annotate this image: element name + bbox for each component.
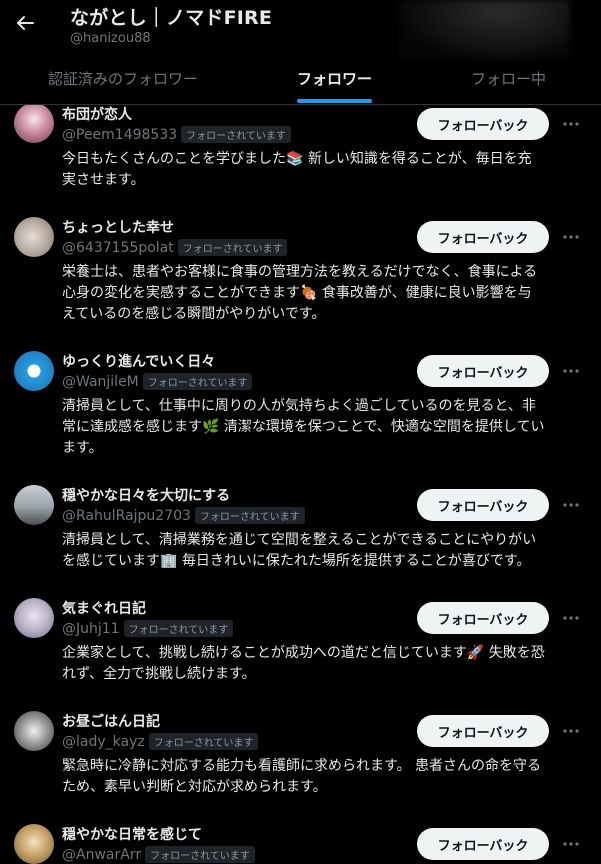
follower-bio: 栄養士は、患者やお客様に食事の管理方法を教えるだけでなく、食事による 心身の変化… bbox=[62, 264, 538, 322]
follower-handle[interactable]: @6437155polat bbox=[62, 240, 174, 256]
more-options-icon[interactable] bbox=[561, 495, 581, 515]
more-options-icon[interactable] bbox=[561, 114, 581, 134]
follower-handle[interactable]: @WanjileM bbox=[62, 374, 139, 390]
follower-bio: 緊急時に冷静に対応する能力も看護師に求められます。 患者さんの命を守る ため、素… bbox=[62, 758, 542, 795]
avatar[interactable] bbox=[14, 485, 54, 525]
follower-handle[interactable]: @RahulRajpu2703 bbox=[62, 508, 191, 524]
back-arrow-icon[interactable] bbox=[14, 12, 36, 34]
follows-you-badge: フォローされています bbox=[181, 126, 291, 143]
more-options-icon[interactable] bbox=[561, 608, 581, 628]
follows-you-badge: フォローされています bbox=[123, 620, 234, 637]
more-options-icon[interactable] bbox=[561, 227, 581, 247]
follower-handle[interactable]: @AnwarArr bbox=[62, 847, 141, 863]
follow-back-button[interactable]: フォローバック bbox=[417, 489, 549, 521]
follow-back-button[interactable]: フォローバック bbox=[417, 221, 549, 253]
follower-handle[interactable]: @Juhj11 bbox=[62, 621, 120, 637]
profile-handle: @hanizou88 bbox=[70, 31, 151, 46]
follows-you-badge: フォローされています bbox=[148, 733, 259, 750]
follows-you-badge: フォローされています bbox=[194, 507, 305, 524]
avatar[interactable] bbox=[14, 711, 54, 751]
avatar[interactable] bbox=[14, 103, 54, 143]
follower-handle[interactable]: @Peem1498533 bbox=[62, 127, 177, 143]
follows-you-badge: フォローされています bbox=[145, 846, 255, 863]
more-options-icon[interactable] bbox=[561, 834, 581, 854]
tab-verified-followers[interactable]: 認証済みのフォロワー bbox=[48, 68, 198, 89]
follower-bio: 今日もたくさんのことを学びました📚 新しい知識を得ることが、毎日を充 実させます… bbox=[62, 151, 532, 188]
follower-name[interactable]: お昼ごはん日記 bbox=[62, 711, 160, 731]
tab-followers[interactable]: フォロワー bbox=[297, 68, 372, 89]
follower-name[interactable]: 穏やかな日常を感じて bbox=[62, 824, 202, 844]
tab-following[interactable]: フォロー中 bbox=[471, 68, 546, 89]
follower-bio: 企業家として、挑戦し続けることが成功への道だと信じています🚀 失敗を恐 れず、全… bbox=[62, 645, 545, 682]
more-options-icon[interactable] bbox=[561, 721, 581, 741]
follower-name[interactable]: 気まぐれ日記 bbox=[62, 598, 146, 618]
follows-you-badge: フォローされています bbox=[177, 239, 288, 256]
follower-name[interactable]: 布団が恋人 bbox=[62, 104, 132, 124]
follower-bio: 清掃員として、清掃業務を通じて空間を整えることができることにやりがい を感じてい… bbox=[62, 532, 537, 569]
avatar[interactable] bbox=[14, 598, 54, 638]
header-banner-image bbox=[400, 0, 570, 60]
follower-bio: 清掃員として、仕事中に周りの人が気持ちよく過ごしているのを見ると、非 常に達成感… bbox=[62, 398, 545, 456]
more-options-icon[interactable] bbox=[561, 361, 581, 381]
follow-back-button[interactable]: フォローバック bbox=[417, 828, 549, 860]
profile-header: ながとし｜ノマドFIRE @hanizou88 認証済みのフォロワー フォロワー… bbox=[0, 0, 601, 105]
avatar[interactable] bbox=[14, 824, 54, 864]
avatar[interactable] bbox=[14, 351, 54, 391]
follower-name[interactable]: 穏やかな日々を大切にする bbox=[62, 485, 230, 505]
follow-back-button[interactable]: フォローバック bbox=[417, 108, 549, 140]
follow-back-button[interactable]: フォローバック bbox=[417, 602, 549, 634]
profile-name: ながとし｜ノマドFIRE bbox=[70, 7, 273, 29]
active-tab-indicator bbox=[297, 99, 372, 103]
follow-back-button[interactable]: フォローバック bbox=[417, 715, 549, 747]
avatar[interactable] bbox=[14, 217, 54, 257]
follow-back-button[interactable]: フォローバック bbox=[417, 355, 549, 387]
follows-you-badge: フォローされています bbox=[142, 373, 253, 390]
follower-name[interactable]: ゆっくり進んでいく日々 bbox=[62, 351, 215, 371]
follower-name[interactable]: ちょっとした幸せ bbox=[62, 217, 174, 237]
follower-handle[interactable]: @lady_kayz bbox=[62, 734, 145, 750]
